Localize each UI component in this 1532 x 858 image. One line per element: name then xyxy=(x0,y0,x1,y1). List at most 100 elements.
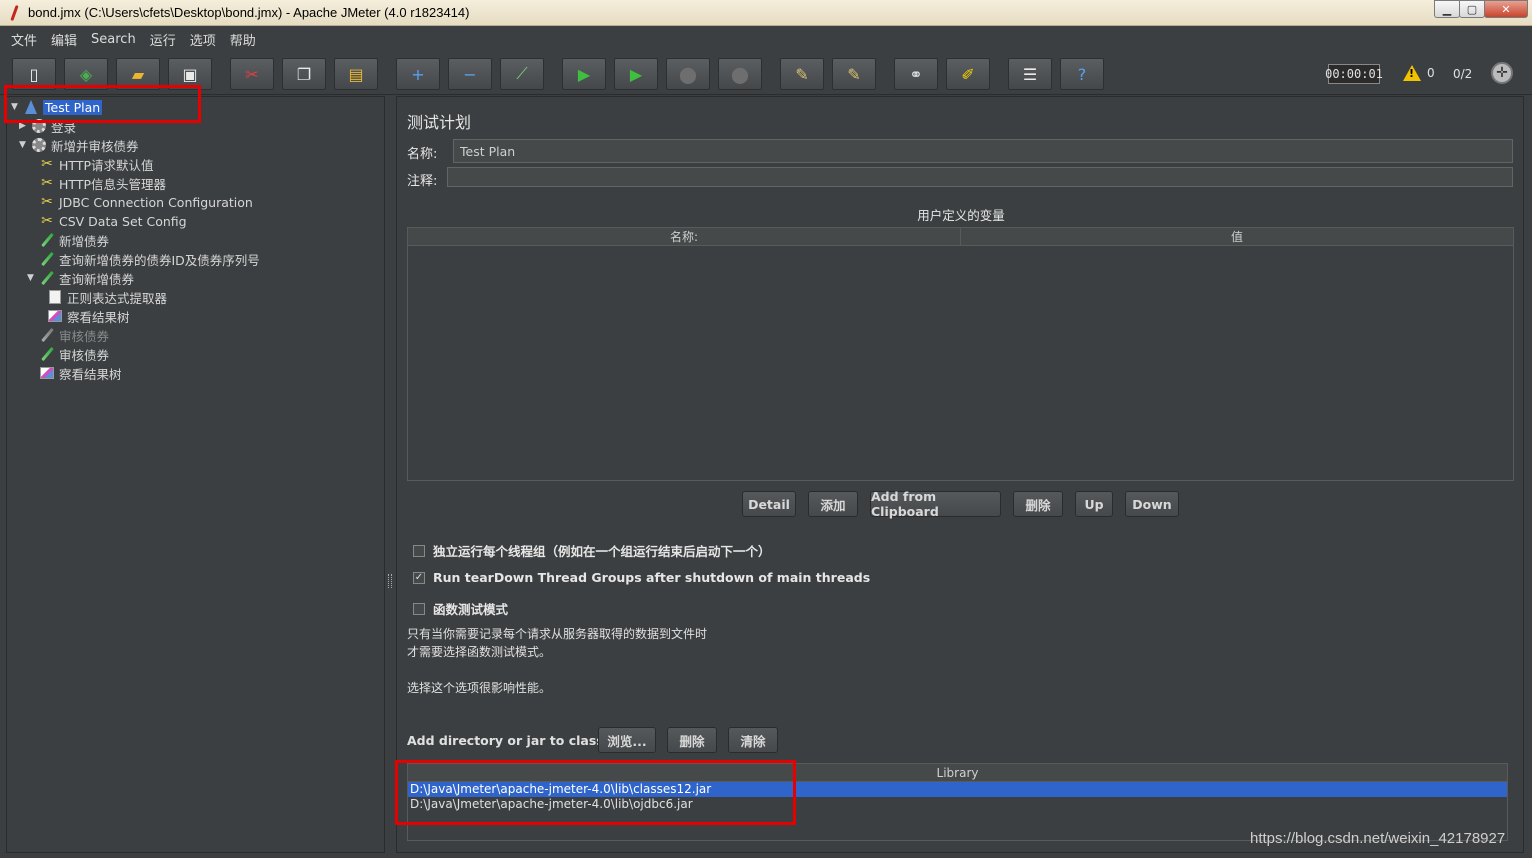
serialize-checkbox[interactable] xyxy=(413,544,425,557)
tree-node[interactable]: ✂ JDBC Connection Configuration xyxy=(39,193,253,211)
shutdown-icon: ⬤ xyxy=(731,64,749,84)
tree-node-label: HTTP信息头管理器 xyxy=(59,176,166,192)
warning-count: 0 xyxy=(1427,66,1435,80)
user-vars-table[interactable]: 名称: 值 xyxy=(407,227,1514,481)
menu-help[interactable]: 帮助 xyxy=(223,30,263,49)
start-no-pause-button[interactable]: ▶ xyxy=(614,58,658,90)
tree-node[interactable]: ✂ HTTP请求默认值 xyxy=(39,155,154,173)
library-row[interactable]: D:\Java\Jmeter\apache-jmeter-4.0\lib\ojd… xyxy=(408,797,1507,812)
error-indicator[interactable]: 0 xyxy=(1403,65,1435,81)
expand-button[interactable]: + xyxy=(396,58,440,90)
search-button[interactable]: ⚭ xyxy=(894,58,938,90)
stop-button[interactable]: ⬤ xyxy=(666,58,710,90)
clear-button[interactable]: ✎ xyxy=(780,58,824,90)
clear-all-button[interactable]: ✎ xyxy=(832,58,876,90)
functional-note-1: 只有当你需要记录每个请求从服务器取得的数据到文件时 xyxy=(407,627,708,641)
add-from-clipboard-button[interactable]: Add from Clipboard xyxy=(870,489,1001,519)
templates-button[interactable]: ◈ xyxy=(64,58,108,90)
tree-node-label: HTTP请求默认值 xyxy=(59,157,154,173)
splitter-grip[interactable] xyxy=(388,574,392,588)
tree-node[interactable]: 察看结果树 xyxy=(47,307,130,325)
name-input[interactable]: Test Plan xyxy=(453,139,1513,163)
tree-node[interactable]: 审核债券 xyxy=(39,345,109,363)
menu-edit[interactable]: 编辑 xyxy=(44,30,84,49)
window-titlebar: bond.jmx (C:\Users\cfets\Desktop\bond.jm… xyxy=(0,0,1532,26)
active-threads: 0/2 xyxy=(1453,67,1473,81)
functional-row[interactable]: 函数测试模式 xyxy=(413,599,508,618)
open-button[interactable]: ▰ xyxy=(116,58,160,90)
jmeter-feather-icon xyxy=(8,5,22,21)
help-icon: ? xyxy=(1077,64,1087,84)
new-button[interactable]: ▯ xyxy=(12,58,56,90)
up-button[interactable]: Up xyxy=(1075,491,1113,517)
copy-icon: ❐ xyxy=(296,64,312,84)
paste-button[interactable]: ▤ xyxy=(334,58,378,90)
menu-search[interactable]: Search xyxy=(84,32,143,47)
copy-button[interactable]: ❐ xyxy=(282,58,326,90)
tree-node[interactable]: ▼ Test Plan xyxy=(11,98,103,116)
tree-expanded-icon[interactable]: ▼ xyxy=(27,273,39,283)
tree-node[interactable]: 察看结果树 xyxy=(39,364,122,382)
maximize-button[interactable]: ▢ xyxy=(1459,0,1485,18)
start-no-pause-icon: ▶ xyxy=(629,64,643,84)
col-name-header[interactable]: 名称: xyxy=(408,228,961,245)
tree-node-label: Test Plan xyxy=(43,99,103,115)
tree-node[interactable]: 正则表达式提取器 xyxy=(47,288,167,306)
thread-group-icon xyxy=(31,137,47,153)
reset-search-button[interactable]: ✐ xyxy=(946,58,990,90)
name-row: 名称: xyxy=(407,143,449,162)
menu-file[interactable]: 文件 xyxy=(4,30,44,49)
test-plan-panel: 测试计划 名称: Test Plan 注释: 用户定义的变量 名称: 值 Det… xyxy=(396,96,1524,853)
tree-node-label: JDBC Connection Configuration xyxy=(59,194,253,210)
search-icon: ⚭ xyxy=(909,64,923,84)
start-button[interactable]: ▶ xyxy=(562,58,606,90)
name-label: 名称: xyxy=(407,147,438,162)
add-button[interactable]: 添加 xyxy=(808,491,858,517)
cut-button[interactable]: ✂ xyxy=(230,58,274,90)
tree-node-label: CSV Data Set Config xyxy=(59,213,187,229)
remote-status-icon[interactable]: ✛ xyxy=(1491,62,1513,84)
tree-node-label: 查询新增债券 xyxy=(59,271,135,287)
tree-node[interactable]: 审核债券 xyxy=(39,326,109,344)
tree-node[interactable]: ✂ HTTP信息头管理器 xyxy=(39,174,166,192)
toggle-button[interactable]: ⟋ xyxy=(500,58,544,90)
library-row[interactable]: D:\Java\Jmeter\apache-jmeter-4.0\lib\cla… xyxy=(408,782,1507,797)
menu-run[interactable]: 运行 xyxy=(143,30,183,49)
down-button[interactable]: Down xyxy=(1125,491,1179,517)
delete-var-button[interactable]: 删除 xyxy=(1013,491,1063,517)
shutdown-button[interactable]: ⬤ xyxy=(718,58,762,90)
close-window-button[interactable]: ✕ xyxy=(1484,0,1528,18)
tree-expanded-icon[interactable]: ▼ xyxy=(11,102,23,112)
function-helper-button[interactable]: ☰ xyxy=(1008,58,1052,90)
tree-node[interactable]: ▶ 登录 xyxy=(19,117,76,135)
delete-classpath-button[interactable]: 删除 xyxy=(667,727,717,753)
tree-node[interactable]: ✂ CSV Data Set Config xyxy=(39,212,187,230)
col-value-header[interactable]: 值 xyxy=(961,228,1513,245)
serialize-row[interactable]: 独立运行每个线程组（例如在一个组运行结束后启动下一个） xyxy=(413,541,771,560)
thread-group-icon xyxy=(31,118,47,134)
help-button[interactable]: ? xyxy=(1060,58,1104,90)
save-button[interactable]: ▣ xyxy=(168,58,212,90)
teardown-checkbox[interactable]: ✓ xyxy=(413,571,425,584)
tree-node[interactable]: 查询新增债券的债券ID及债券序列号 xyxy=(39,250,260,268)
sampler-icon xyxy=(39,232,55,248)
comment-input[interactable] xyxy=(447,167,1513,187)
tree-collapsed-icon[interactable]: ▶ xyxy=(19,121,31,131)
detail-button[interactable]: Detail xyxy=(742,491,796,517)
minimize-button[interactable]: ▁ xyxy=(1434,0,1460,18)
tree-node[interactable]: 新增债券 xyxy=(39,231,109,249)
library-header[interactable]: Library xyxy=(408,764,1507,782)
teardown-row[interactable]: ✓ Run tearDown Thread Groups after shutd… xyxy=(413,570,870,585)
tree-expanded-icon[interactable]: ▼ xyxy=(19,140,31,150)
panel-title: 测试计划 xyxy=(407,113,472,132)
collapse-button[interactable]: − xyxy=(448,58,492,90)
performance-note: 选择这个选项很影响性能。 xyxy=(407,681,552,695)
browse-button[interactable]: 浏览... xyxy=(598,727,656,753)
functional-note-2: 才需要选择函数测试模式。 xyxy=(407,645,552,659)
tree-node[interactable]: ▼ 查询新增债券 xyxy=(27,269,134,287)
menu-options[interactable]: 选项 xyxy=(183,30,223,49)
functional-checkbox[interactable] xyxy=(413,602,425,615)
pane-splitter[interactable] xyxy=(386,96,394,853)
clear-classpath-button[interactable]: 清除 xyxy=(728,727,778,753)
tree-node[interactable]: ▼ 新增并审核债券 xyxy=(19,136,139,154)
